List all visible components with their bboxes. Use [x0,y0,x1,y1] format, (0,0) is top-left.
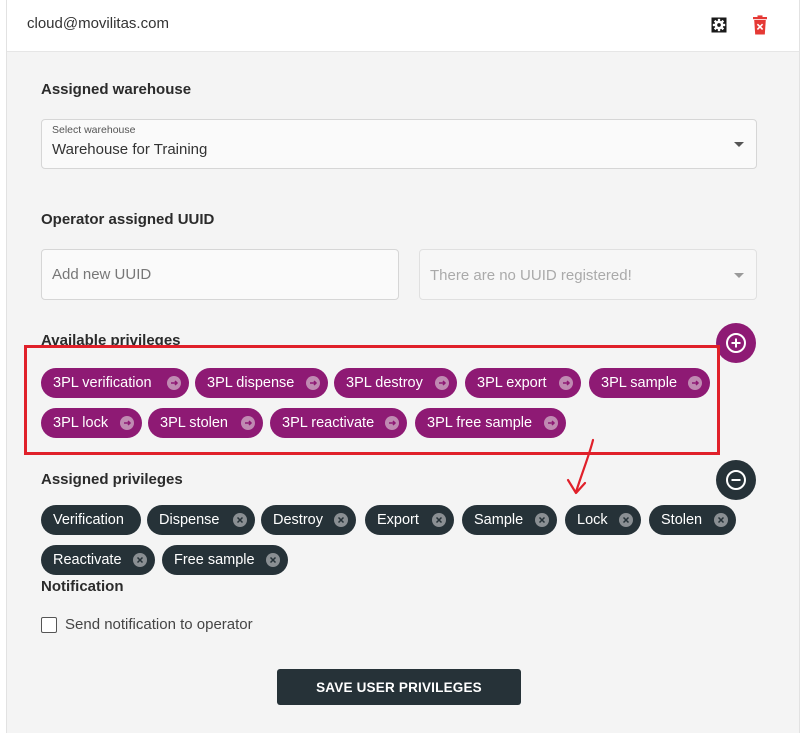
assigned-privilege-chip[interactable]: Free sample [162,545,288,575]
warehouse-select-value: Warehouse for Training [52,141,208,158]
trash-icon[interactable] [749,14,771,36]
assigned-privilege-chip[interactable]: Export [365,505,454,535]
send-notification-label[interactable]: Send notification to operator [65,616,253,633]
assigned-privilege-chip[interactable]: Reactivate [41,545,155,575]
warehouse-select[interactable]: Select warehouse Warehouse for Training [41,119,757,169]
chip-label: Export [377,512,419,528]
assigned-privilege-chip[interactable]: Verification [41,505,141,535]
notification-title: Notification [41,578,124,595]
add-privilege-button[interactable] [716,323,756,363]
send-notification-checkbox[interactable] [41,617,57,633]
chip-label: Verification [53,512,124,528]
user-email: cloud@movilitas.com [27,15,169,32]
assigned-privilege-chip[interactable]: Sample [462,505,557,535]
chip-label: Free sample [174,552,255,568]
card-header: cloud@movilitas.com [7,0,799,52]
chip-label: Dispense [159,512,220,528]
chip-label: Stolen [661,512,703,528]
minus-circle-icon [726,470,746,490]
assigned-privilege-chip[interactable]: Dispense [147,505,255,535]
uuid-select-placeholder: There are no UUID registered! [430,267,632,284]
close-icon[interactable] [714,513,728,527]
assigned-privilege-chip[interactable]: Lock [565,505,641,535]
assigned-warehouse-title: Assigned warehouse [41,81,192,98]
chip-label: Sample [474,512,524,528]
highlight-box [24,345,720,455]
save-user-privileges-button[interactable]: SAVE USER PRIVILEGES [277,669,521,705]
chip-label: Lock [577,512,608,528]
caret-down-icon [734,273,744,278]
caret-down-icon [734,142,744,147]
assigned-privileges-title: Assigned privileges [41,471,183,488]
close-icon[interactable] [432,513,446,527]
gear-icon[interactable] [708,14,730,36]
uuid-select[interactable]: There are no UUID registered! [419,249,757,300]
plus-circle-icon [726,333,746,353]
warehouse-select-label: Select warehouse [52,124,136,136]
close-icon[interactable] [133,553,147,567]
user-privileges-card: cloud@movilitas.com Assigned warehouse S… [6,0,800,733]
chip-label: Destroy [273,512,323,528]
close-icon[interactable] [619,513,633,527]
assigned-privilege-chip[interactable]: Stolen [649,505,736,535]
close-icon[interactable] [233,513,247,527]
remove-privilege-button[interactable] [716,460,756,500]
close-icon[interactable] [266,553,280,567]
annotation-arrow-icon [566,438,595,495]
close-icon[interactable] [535,513,549,527]
assigned-privilege-chip[interactable]: Destroy [261,505,356,535]
close-icon[interactable] [334,513,348,527]
chip-label: Reactivate [53,552,122,568]
operator-uuid-title: Operator assigned UUID [41,211,215,228]
uuid-input[interactable] [41,249,399,300]
